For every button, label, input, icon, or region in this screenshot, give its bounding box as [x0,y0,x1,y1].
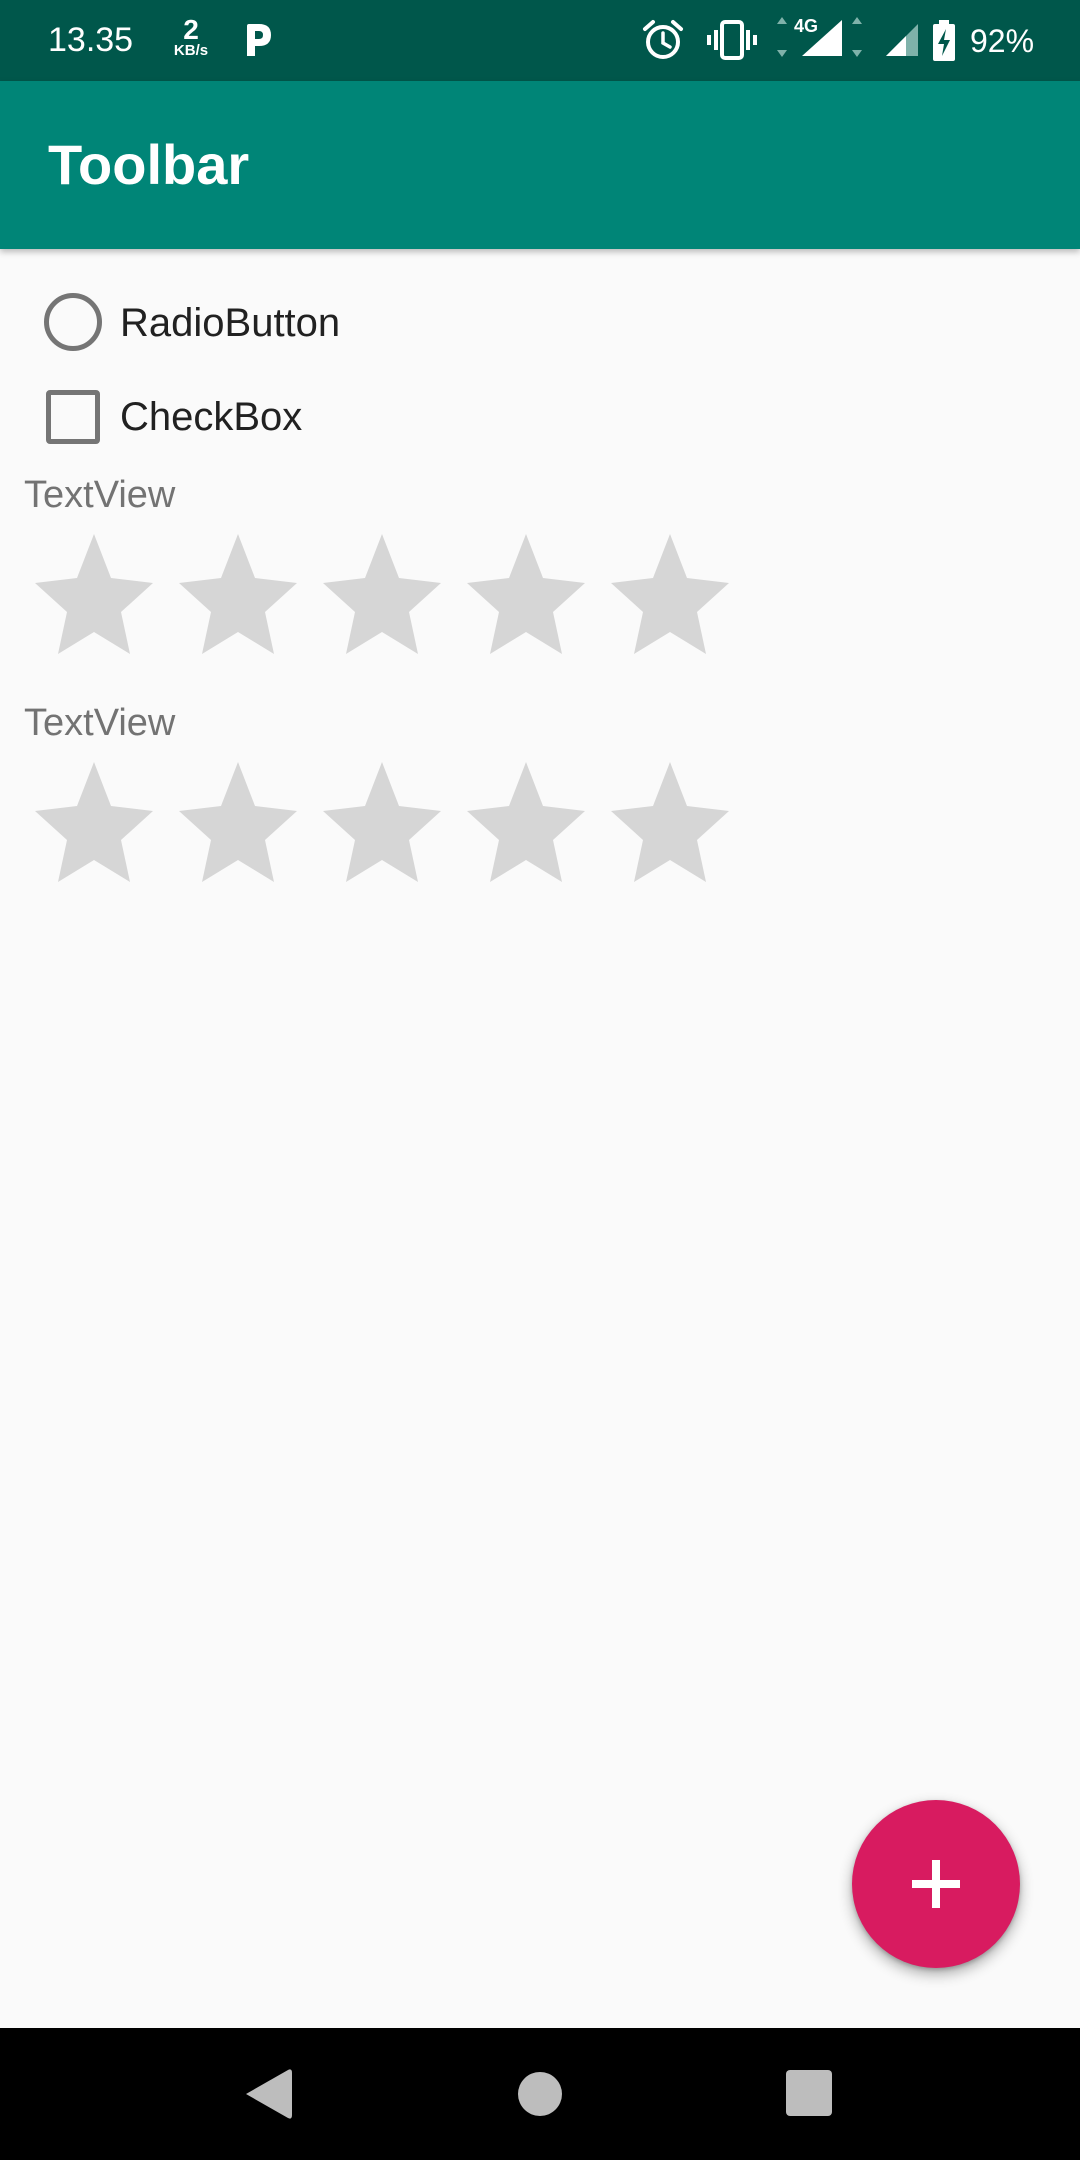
star-icon[interactable] [320,758,444,882]
radio-button-label: RadioButton [120,301,341,345]
text-view-2: TextView [24,702,176,744]
status-time: 13.35 [48,21,134,59]
rating-bar-1[interactable] [32,530,732,654]
navigation-bar [0,2028,1080,2160]
rating-bar-2[interactable] [32,758,732,882]
checkbox[interactable]: CheckBox [40,382,440,452]
star-icon[interactable] [464,530,588,654]
star-icon[interactable] [608,758,732,882]
text-view-1: TextView [24,474,176,516]
net-speed-indicator: 2 KB/s [166,14,216,59]
checkbox-label: CheckBox [120,395,303,439]
recents-icon[interactable] [772,2056,848,2132]
star-icon[interactable] [608,530,732,654]
battery-charging-icon [932,20,956,67]
parking-icon [242,22,274,63]
alarm-icon [642,18,684,67]
star-icon[interactable] [176,758,300,882]
star-icon[interactable] [32,530,156,654]
radio-circle-icon[interactable] [44,293,102,351]
plus-icon [912,1860,960,1908]
status-bar: 13.35 2 KB/s 4G 92% [0,0,1080,81]
star-icon[interactable] [464,758,588,882]
checkbox-box-icon[interactable] [46,390,100,444]
net-speed-unit: KB/s [173,42,209,59]
star-icon[interactable] [320,530,444,654]
net-speed-value: 2 [183,14,199,45]
add-fab-button[interactable] [852,1800,1020,1968]
home-icon[interactable] [502,2056,578,2132]
network-4g-icon: 4G [772,14,868,65]
signal-icon [884,22,920,63]
svg-text:4G: 4G [794,16,818,36]
star-icon[interactable] [32,758,156,882]
star-icon[interactable] [176,530,300,654]
back-icon[interactable] [236,2056,312,2132]
battery-percent: 92% [970,23,1035,59]
radio-button[interactable]: RadioButton [40,288,440,358]
vibrate-icon [706,18,758,67]
toolbar: Toolbar [0,81,1080,249]
toolbar-title: Toolbar [48,133,250,196]
